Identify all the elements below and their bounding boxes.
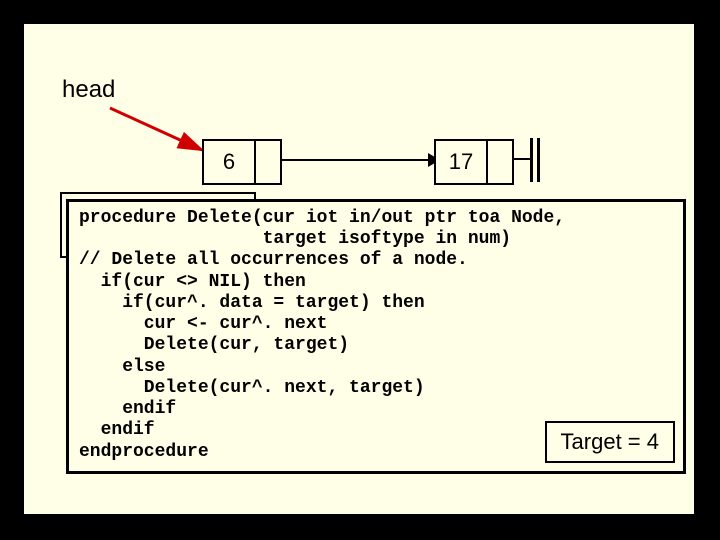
list-node-2: 17: [434, 139, 514, 185]
nil-terminator-bar-icon: [530, 138, 533, 182]
node-data-1: 6: [204, 141, 256, 183]
node-data-2: 17: [436, 141, 488, 183]
nil-stub-line-icon: [512, 158, 530, 160]
slide-frame: head 6 17 procedure: [10, 10, 710, 530]
target-value-box: Target = 4: [545, 421, 675, 463]
head-arrow-icon: [106, 106, 216, 156]
nil-terminator-bar-icon: [537, 138, 540, 182]
procedure-code-box: procedure Delete(cur iot in/out ptr toa …: [66, 199, 686, 474]
node-ptr-2: [488, 141, 512, 183]
link-arrow-line-icon: [280, 159, 432, 161]
slide-canvas: head 6 17 procedure: [24, 24, 694, 514]
node-ptr-1: [256, 141, 280, 183]
list-node-1: 6: [202, 139, 282, 185]
head-pointer-label: head: [62, 76, 115, 104]
